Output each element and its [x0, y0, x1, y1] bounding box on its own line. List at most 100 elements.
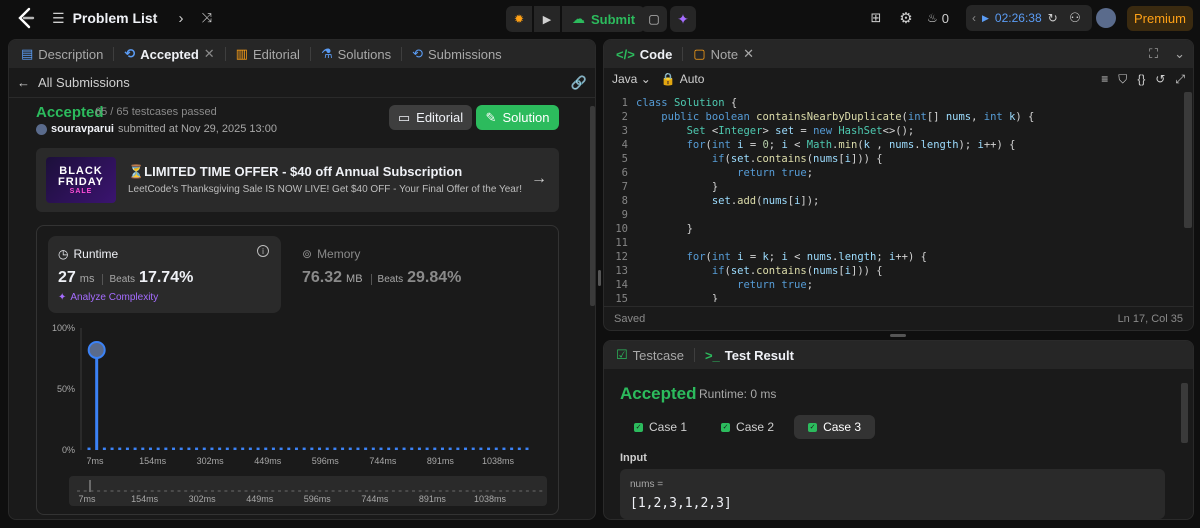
- chart-bar[interactable]: [164, 447, 168, 450]
- chart-bar[interactable]: [479, 447, 483, 450]
- chart-bar[interactable]: [371, 447, 375, 450]
- chart-bar[interactable]: [110, 447, 114, 450]
- streak-counter[interactable]: ♨ 0: [927, 8, 949, 28]
- prev-problem-button[interactable]: ‹: [142, 5, 168, 31]
- chart-bar[interactable]: [333, 447, 337, 450]
- chart-bar[interactable]: [356, 447, 360, 450]
- chart-bar[interactable]: [433, 447, 437, 450]
- chart-bar[interactable]: [225, 447, 229, 450]
- chart-bar[interactable]: [456, 447, 460, 450]
- debug-button[interactable]: ✹: [506, 6, 532, 32]
- close-icon[interactable]: ✕: [204, 46, 215, 62]
- ai-assistant-button[interactable]: ✦: [670, 6, 696, 32]
- invite-button[interactable]: ⚇: [1062, 5, 1088, 31]
- chart-bar[interactable]: [172, 447, 176, 450]
- editorial-button[interactable]: ▭ Editorial: [389, 105, 472, 130]
- all-submissions-link[interactable]: All Submissions: [38, 75, 130, 90]
- tab-editorial[interactable]: ▥ Editorial: [232, 40, 304, 68]
- premium-button[interactable]: Premium: [1127, 6, 1193, 31]
- runtime-distribution-chart[interactable]: 0% 50% 100% 7ms 154ms 302ms 449ms 596ms 744ms 891…: [37, 320, 560, 516]
- chart-bar[interactable]: [402, 447, 406, 450]
- memory-header[interactable]: ⊚ Memory: [302, 247, 360, 261]
- braces-icon[interactable]: {}: [1137, 72, 1145, 86]
- chart-bar[interactable]: [348, 447, 352, 450]
- chart-bar[interactable]: [510, 447, 514, 450]
- chart-bar[interactable]: [325, 447, 329, 450]
- tab-solutions[interactable]: ⚗ Solutions: [317, 40, 395, 68]
- tab-test-result[interactable]: >_ Test Result: [701, 341, 798, 369]
- solution-button[interactable]: ✎ Solution: [476, 105, 559, 130]
- code-editor[interactable]: 1 class Solution { 2 public boolean conta…: [604, 92, 1182, 302]
- chart-bar[interactable]: [233, 447, 237, 450]
- chart-bar[interactable]: [341, 447, 345, 450]
- username[interactable]: souravparui: [51, 123, 114, 135]
- chart-bar[interactable]: [210, 447, 214, 450]
- chart-bar[interactable]: [95, 349, 99, 450]
- chart-bar[interactable]: [241, 447, 245, 450]
- chart-bar[interactable]: [517, 447, 521, 450]
- settings-button[interactable]: ⚙: [893, 5, 919, 31]
- chart-bar[interactable]: [310, 447, 314, 450]
- chart-bar[interactable]: [287, 447, 291, 450]
- tab-description[interactable]: ▤ Description: [17, 40, 107, 68]
- chart-bar[interactable]: [464, 447, 468, 450]
- run-button[interactable]: ▶: [534, 6, 560, 32]
- close-icon[interactable]: ✕: [743, 46, 754, 62]
- chart-bar[interactable]: [487, 447, 491, 450]
- chart-bar[interactable]: [318, 447, 322, 450]
- chart-bar[interactable]: [125, 447, 129, 450]
- layout-button[interactable]: ⊞: [863, 5, 889, 31]
- chart-bar[interactable]: [141, 447, 145, 450]
- chart-bar[interactable]: [195, 447, 199, 450]
- chart-bar[interactable]: [248, 447, 252, 450]
- avatar[interactable]: [1096, 8, 1116, 28]
- chart-bar[interactable]: [394, 447, 398, 450]
- chart-bar[interactable]: [379, 447, 383, 450]
- chart-bar[interactable]: [148, 447, 152, 450]
- reset-icon[interactable]: ↺: [1155, 72, 1165, 86]
- chart-bar[interactable]: [387, 447, 391, 450]
- case-tab-2[interactable]: ✓ Case 2: [707, 415, 788, 439]
- chart-bar[interactable]: [218, 447, 222, 450]
- horizontal-splitter[interactable]: [890, 334, 906, 337]
- chart-bar[interactable]: [294, 447, 298, 450]
- chart-bar[interactable]: [525, 447, 529, 450]
- chart-bar[interactable]: [102, 447, 106, 450]
- chart-bar[interactable]: [87, 447, 91, 450]
- chart-bar[interactable]: [502, 447, 506, 450]
- tab-code[interactable]: </> Code: [612, 40, 676, 68]
- test-scrollbar[interactable]: [1181, 383, 1188, 443]
- vertical-splitter[interactable]: [598, 270, 601, 286]
- chart-bar[interactable]: [302, 447, 306, 450]
- chart-bar[interactable]: [271, 447, 275, 450]
- language-select[interactable]: Java ⌄: [612, 72, 651, 86]
- chart-bar[interactable]: [279, 447, 283, 450]
- tab-submissions[interactable]: ⟲ Submissions: [408, 40, 506, 68]
- chart-bar[interactable]: [187, 447, 191, 450]
- code-scrollbar[interactable]: [1184, 92, 1192, 228]
- runtime-card[interactable]: ◷ Runtime i 27 ms Beats 17.74% ✦ Analyze…: [48, 236, 281, 313]
- tab-testcase[interactable]: ☑ Testcase: [612, 341, 688, 369]
- bookmark-icon[interactable]: ⛉: [1118, 72, 1127, 87]
- chart-bar[interactable]: [364, 447, 368, 450]
- chart-bar[interactable]: [256, 447, 260, 450]
- analyze-complexity-link[interactable]: ✦ Analyze Complexity: [58, 292, 158, 303]
- notes-button[interactable]: ▢: [641, 6, 667, 32]
- info-icon[interactable]: i: [257, 245, 269, 257]
- arrow-left-icon[interactable]: ←: [17, 75, 30, 90]
- submit-button[interactable]: ☁ Submit: [562, 6, 646, 32]
- random-problem-button[interactable]: ⤨: [194, 5, 220, 31]
- chart-bar[interactable]: [179, 447, 183, 450]
- leetcode-logo[interactable]: [14, 6, 38, 30]
- tab-accepted[interactable]: ⟲ Accepted ✕: [120, 40, 218, 68]
- chart-bar[interactable]: [264, 447, 268, 450]
- maximize-icon[interactable]: ⛶: [1149, 46, 1158, 62]
- chart-bar[interactable]: [471, 447, 475, 450]
- chart-bar[interactable]: [156, 447, 160, 450]
- chart-bar[interactable]: [425, 447, 429, 450]
- link-icon[interactable]: 🔗: [571, 75, 587, 91]
- chart-bar[interactable]: [440, 447, 444, 450]
- format-icon[interactable]: ≡: [1101, 72, 1108, 86]
- chart-bar[interactable]: [448, 447, 452, 450]
- chart-bar[interactable]: [494, 447, 498, 450]
